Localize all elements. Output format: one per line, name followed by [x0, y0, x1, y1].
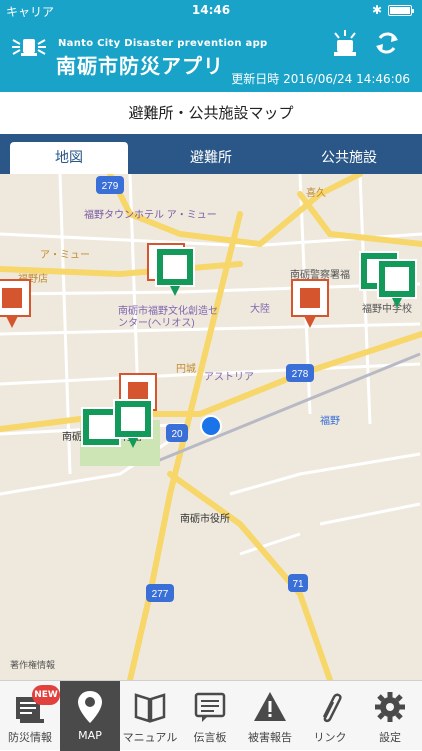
- tab-map[interactable]: 地図: [10, 142, 128, 174]
- svg-text:71: 71: [292, 579, 304, 590]
- tab-public-facilities[interactable]: 公共施設: [290, 142, 408, 174]
- app-header: Nanto City Disaster prevention app 南砺市防災…: [0, 22, 422, 92]
- map-canvas[interactable]: 279 278 20 277 71 福野タウンホテル ア・ミュー 南砺市役所 ア…: [0, 174, 422, 680]
- svg-text:20: 20: [171, 429, 183, 440]
- tabbar-item-disaster-info[interactable]: NEW 防災情報: [0, 681, 60, 751]
- tabbar-item-map[interactable]: MAP: [60, 681, 120, 751]
- tabbar-item-damage-report[interactable]: 被害報告: [240, 681, 300, 751]
- tabbar-label: リンク: [313, 731, 347, 744]
- map-label-fukuno-station: 福野: [320, 414, 340, 427]
- refresh-icon[interactable]: [372, 28, 402, 58]
- route-badge-279: 279: [96, 176, 124, 194]
- tabbar-label: 設定: [379, 731, 401, 744]
- map-label-kumiai: 喜久: [306, 186, 326, 199]
- minor-roads: [0, 174, 422, 556]
- svg-text:278: 278: [292, 369, 309, 380]
- warning-icon: [254, 692, 286, 721]
- tabbar-item-message-board[interactable]: 伝言板: [180, 681, 240, 751]
- tabbar-label: 被害報告: [248, 731, 292, 744]
- battery-icon: [388, 5, 414, 16]
- route-badge-20: 20: [166, 424, 188, 442]
- shelter-marker-1[interactable]: [155, 247, 195, 296]
- route-badge-278: 278: [286, 364, 314, 382]
- shelter-marker-3[interactable]: [377, 259, 417, 308]
- map-label-cityhall: 南砺市役所: [180, 512, 230, 525]
- map-view[interactable]: 279 278 20 277 71 福野タウンホテル ア・ミュー 南砺市役所 ア…: [0, 174, 422, 680]
- alarm-light-icon[interactable]: [330, 28, 360, 58]
- bottom-tab-bar: NEW 防災情報 MAP マニュアル 伝言板 被害報告 リンク 設定: [0, 680, 422, 751]
- facility-marker-3[interactable]: [291, 279, 329, 328]
- clock: 14:46: [191, 3, 231, 17]
- tab-shelters[interactable]: 避難所: [152, 142, 270, 174]
- map-label-heriosu-1: 南砺市福野文化創造セ: [118, 304, 218, 317]
- map-label-osaka: 大陸: [250, 302, 270, 315]
- gear-icon: [375, 692, 405, 722]
- map-label-heriosu-2: ンター(ヘリオス): [118, 317, 195, 329]
- siren-logo-icon: [12, 39, 46, 56]
- map-label-astoria: アストリア: [204, 372, 254, 383]
- route-badge-277: 277: [146, 584, 174, 602]
- route-badge-71: 71: [288, 574, 308, 592]
- segment-tabs: 地図 避難所 公共施設: [0, 134, 422, 174]
- bluetooth-icon: ✱: [371, 3, 382, 17]
- map-label-amyu: ア・ミュー: [40, 250, 90, 261]
- updated-timestamp: 更新日時 2016/06/24 14:46:06: [231, 72, 410, 86]
- tabbar-item-link[interactable]: リンク: [300, 681, 360, 751]
- facility-marker-1[interactable]: [0, 279, 31, 328]
- tabbar-item-settings[interactable]: 設定: [360, 681, 420, 751]
- book-icon: [134, 693, 166, 723]
- message-board-icon: [194, 692, 226, 722]
- page-title: 避難所・公共施設マップ: [0, 92, 422, 134]
- map-pin-icon: [78, 691, 102, 723]
- tabbar-label: MAP: [78, 729, 102, 742]
- status-bar: キャリア 14:46 ✱: [0, 0, 422, 22]
- link-icon: [322, 693, 342, 723]
- tabbar-label: 防災情報: [8, 731, 52, 744]
- map-label-hotel: 福野タウンホテル ア・ミュー: [84, 208, 217, 221]
- tabbar-label: マニュアル: [122, 731, 178, 744]
- svg-text:277: 277: [152, 589, 169, 600]
- tabbar-label: 伝言板: [193, 731, 227, 744]
- current-location-dot: [200, 415, 222, 437]
- svg-text:279: 279: [102, 181, 119, 192]
- map-label-school: 福野中学校: [362, 302, 412, 315]
- tabbar-item-manual[interactable]: マニュアル: [120, 681, 180, 751]
- new-badge: NEW: [32, 685, 60, 705]
- app-title: 南砺市防災アプリ: [56, 54, 224, 78]
- map-label-enjo: 円城: [176, 363, 196, 375]
- app-subtitle: Nanto City Disaster prevention app: [58, 38, 268, 49]
- map-copyright-link[interactable]: 著作権情報: [10, 659, 55, 670]
